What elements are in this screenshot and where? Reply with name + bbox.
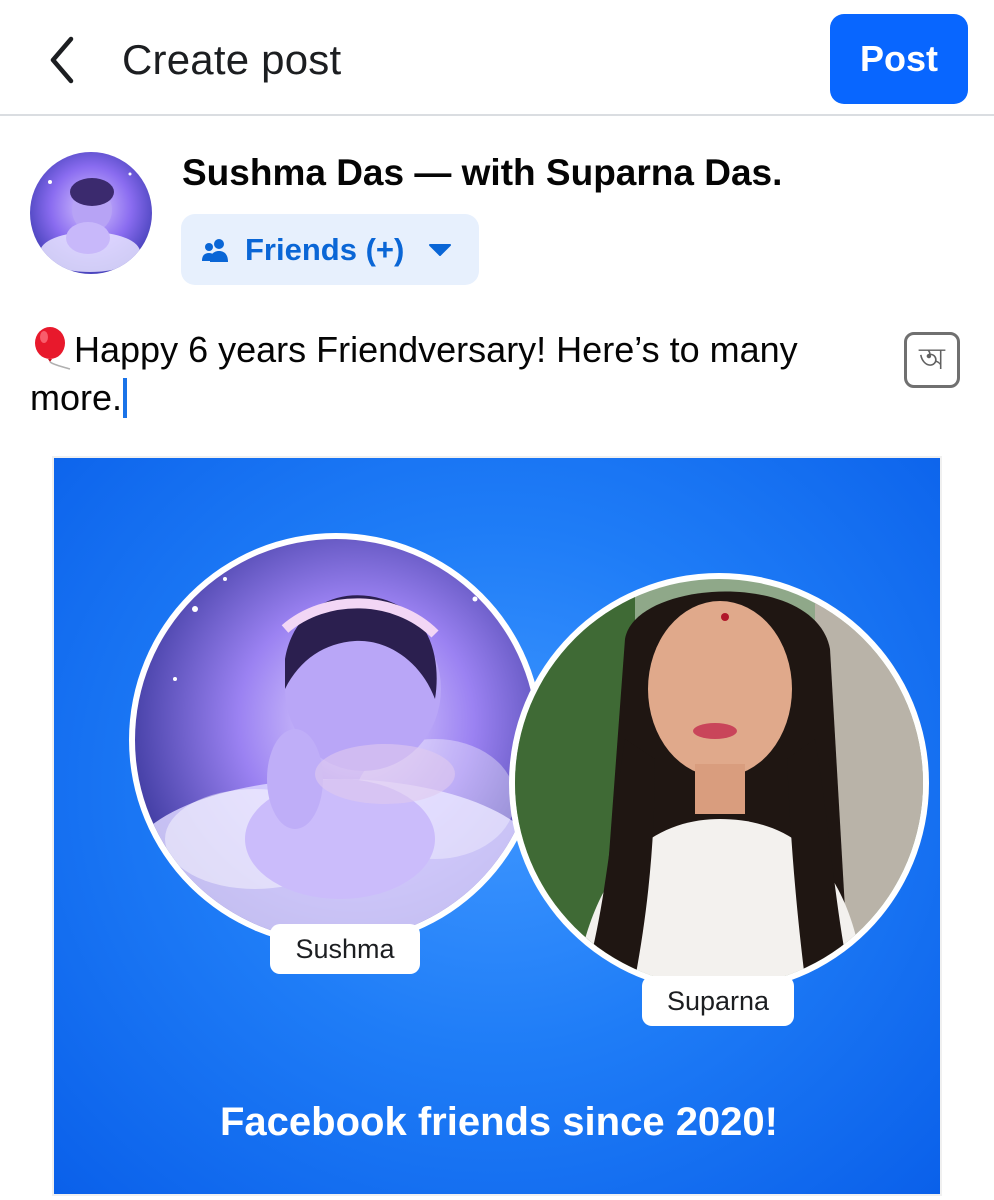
- profile-photo-right: [509, 573, 929, 993]
- post-text-input[interactable]: Happy 6 years Friendversary! Here’s to m…: [30, 326, 890, 422]
- text-cursor: [123, 378, 128, 418]
- audience-selector[interactable]: Friends (+): [181, 214, 479, 285]
- back-arrow-icon: [50, 36, 74, 84]
- friendversary-card[interactable]: Sushma Suparna Facebook friends since 20…: [52, 456, 942, 1196]
- friends-icon: [202, 238, 228, 262]
- post-text: Happy 6 years Friendversary! Here’s to m…: [30, 329, 798, 418]
- friend-name-tag-right: Suparna: [642, 976, 794, 1026]
- caret-down-icon: [429, 243, 452, 256]
- audience-label: Friends (+): [245, 231, 405, 267]
- top-bar: Create post Post: [0, 0, 994, 116]
- author-line: Sushma Das — with Suparna Das.: [182, 152, 783, 193]
- balloon-emoji-icon: [35, 327, 71, 370]
- back-button[interactable]: [34, 30, 90, 90]
- friend-name-tag-left: Sushma: [270, 924, 420, 974]
- avatar: [30, 152, 152, 274]
- post-button[interactable]: Post: [830, 14, 968, 104]
- profile-photo-left: [129, 533, 543, 947]
- page-title: Create post: [122, 36, 342, 83]
- card-caption: Facebook friends since 2020!: [219, 1100, 778, 1144]
- transliteration-button[interactable]: অ: [904, 332, 960, 388]
